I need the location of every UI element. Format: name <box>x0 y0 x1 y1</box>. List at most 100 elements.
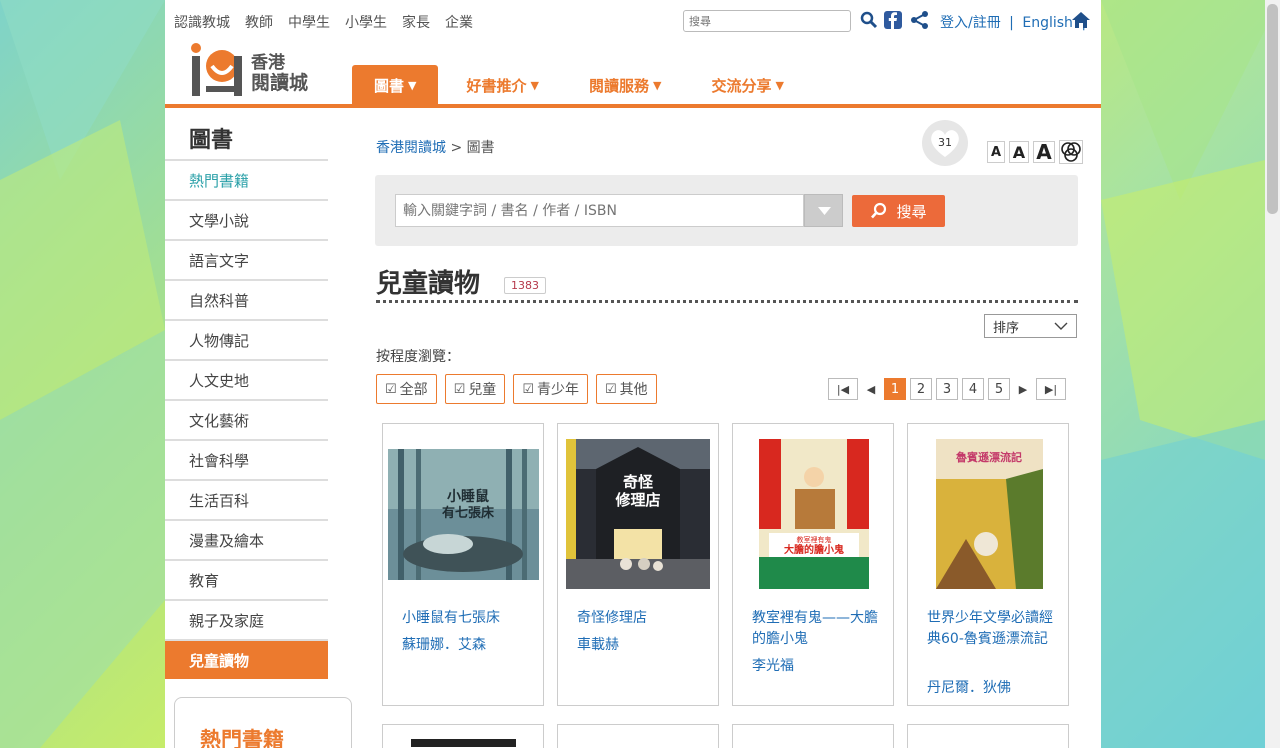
cover-title: 大膽的膽小鬼 <box>784 543 844 556</box>
english-link[interactable]: English <box>1022 15 1073 31</box>
breadcrumb-separator: > <box>450 140 463 156</box>
sidebar-list: 熱門書籍 文學小說 語言文字 自然科普 人物傳記 人文史地 文化藝術 社會科學 … <box>165 159 328 679</box>
book-author[interactable]: 丹尼爾．狄佛 <box>927 677 1011 697</box>
share-icon[interactable] <box>910 10 930 30</box>
font-medium-button[interactable]: A <box>1009 141 1029 163</box>
search-button-label: 搜尋 <box>896 202 927 221</box>
filter-label: 其他 <box>619 382 648 398</box>
page-button[interactable]: 4 <box>962 378 984 400</box>
top-link-about[interactable]: 認識教城 <box>174 12 230 32</box>
book-card[interactable]: 教室裡有鬼 大膽的膽小鬼 教室裡有鬼——大膽的膽小鬼 李光福 <box>732 423 894 706</box>
popular-books-title: 熱門書籍 <box>200 728 284 748</box>
filter-children[interactable]: ☑ 兒童 <box>444 374 506 404</box>
sidebar-item-children[interactable]: 兒童讀物 <box>165 639 328 679</box>
font-large-button[interactable]: A <box>1033 140 1055 164</box>
nav-recommend[interactable]: 好書推介 ▼ <box>444 65 560 105</box>
logo-mark[interactable] <box>190 40 250 100</box>
book-card[interactable]: 奇怪 修理店 奇怪修理店 車載赫 <box>557 423 719 706</box>
color-contrast-icon[interactable] <box>1059 140 1083 164</box>
book-author[interactable]: 李光福 <box>752 655 794 675</box>
facebook-icon[interactable] <box>883 10 903 30</box>
sidebar-item-language[interactable]: 語言文字 <box>165 239 328 279</box>
top-link-teacher[interactable]: 教師 <box>245 12 273 32</box>
separator: | <box>1009 15 1014 31</box>
sidebar-item-comics[interactable]: 漫畫及繪本 <box>165 519 328 559</box>
breadcrumb-current: 圖書 <box>466 140 495 156</box>
sidebar-item-life[interactable]: 生活百科 <box>165 479 328 519</box>
sidebar-item-popular[interactable]: 熱門書籍 <box>165 159 328 199</box>
nav-books[interactable]: 圖書 ▼ <box>352 65 439 105</box>
scrollbar-thumb[interactable] <box>1267 4 1278 214</box>
last-page-button[interactable]: ▶| <box>1036 378 1066 400</box>
home-icon[interactable] <box>1071 10 1091 30</box>
next-page-icon[interactable]: ▶ <box>1014 383 1032 396</box>
book-author[interactable]: 車載赫 <box>577 634 619 654</box>
book-card[interactable]: 魯賓遜漂流記 世界少年文學必讀經典60-魯賓遜漂流記 丹尼爾．狄佛 <box>907 423 1069 706</box>
book-card[interactable] <box>732 724 894 748</box>
sidebar-item-biography[interactable]: 人物傳記 <box>165 319 328 359</box>
filter-all[interactable]: ☑ 全部 <box>376 374 437 404</box>
book-card[interactable] <box>907 724 1069 748</box>
search-dropdown[interactable] <box>804 194 843 227</box>
book-cover[interactable]: 奇怪 修理店 <box>566 439 710 589</box>
book-title[interactable]: 教室裡有鬼——大膽的膽小鬼 <box>752 608 882 650</box>
page-button[interactable]: 2 <box>910 378 932 400</box>
book-cover[interactable]: 魯賓遜漂流記 <box>936 439 1043 589</box>
top-links: 認識教城 教師 中學生 小學生 家長 企業 <box>174 12 488 32</box>
top-search-input[interactable] <box>683 10 851 32</box>
nav-services[interactable]: 閱讀服務 ▼ <box>567 65 683 105</box>
book-cover[interactable] <box>411 739 516 747</box>
filter-label: 青少年 <box>536 382 579 398</box>
book-card[interactable] <box>557 724 719 748</box>
top-link-parent[interactable]: 家長 <box>402 12 430 32</box>
keyword-search-input[interactable] <box>395 194 804 227</box>
sidebar-item-literature[interactable]: 文學小說 <box>165 199 328 239</box>
book-author[interactable]: 蘇珊娜．艾森 <box>402 634 486 654</box>
top-link-primary[interactable]: 小學生 <box>345 12 387 32</box>
caret-down-icon: ▼ <box>408 78 417 92</box>
page-button[interactable]: 3 <box>936 378 958 400</box>
filter-other[interactable]: ☑ 其他 <box>595 374 657 404</box>
book-card[interactable] <box>382 724 544 748</box>
breadcrumb-home[interactable]: 香港閱讀城 <box>376 140 446 156</box>
sidebar-item-social[interactable]: 社會科學 <box>165 439 328 479</box>
book-cover[interactable]: 教室裡有鬼 大膽的膽小鬼 <box>759 439 869 589</box>
breadcrumb: 香港閱讀城 > 圖書 <box>376 137 495 157</box>
book-title[interactable]: 奇怪修理店 <box>577 608 707 629</box>
filter-teen[interactable]: ☑ 青少年 <box>513 374 588 404</box>
filter-label: 兒童 <box>468 382 497 398</box>
page-container: 認識教城 教師 中學生 小學生 家長 企業 登入/註冊 | English <box>165 0 1101 748</box>
sidebar-item-family[interactable]: 親子及家庭 <box>165 599 328 639</box>
checkbox-icon: ☑ <box>385 381 397 397</box>
sidebar-item-education[interactable]: 教育 <box>165 559 328 599</box>
search-button[interactable]: 搜尋 <box>852 195 945 227</box>
top-link-enterprise[interactable]: 企業 <box>445 12 473 32</box>
scrollbar[interactable] <box>1265 0 1280 748</box>
category-title: 兒童讀物 <box>376 269 481 299</box>
sort-select[interactable]: 排序 <box>984 314 1077 338</box>
font-small-button[interactable]: A <box>987 141 1005 163</box>
book-cover[interactable]: 小睡鼠 有七張床 <box>388 449 539 580</box>
search-icon[interactable] <box>859 10 879 30</box>
nav-sharing[interactable]: 交流分享 ▼ <box>689 65 805 105</box>
level-label: 按程度瀏覽： <box>376 349 460 365</box>
page-button[interactable]: 5 <box>988 378 1010 400</box>
page-button[interactable]: 1 <box>884 378 906 400</box>
search-panel: 搜尋 <box>375 175 1078 246</box>
top-link-secondary[interactable]: 中學生 <box>288 12 330 32</box>
sidebar-item-science[interactable]: 自然科普 <box>165 279 328 319</box>
font-size-controls: A A A <box>987 140 1083 164</box>
prev-page-icon[interactable]: ◀ <box>862 383 880 396</box>
login-link[interactable]: 登入/註冊 <box>940 15 1001 31</box>
book-card[interactable]: 小睡鼠 有七張床 小睡鼠有七張床 蘇珊娜．艾森 <box>382 423 544 706</box>
search-icon <box>871 202 887 219</box>
book-title[interactable]: 世界少年文學必讀經典60-魯賓遜漂流記 <box>927 608 1057 650</box>
chevron-down-icon <box>1054 322 1068 330</box>
checkbox-icon: ☑ <box>604 381 617 397</box>
book-title[interactable]: 小睡鼠有七張床 <box>402 608 532 629</box>
sidebar-item-history[interactable]: 人文史地 <box>165 359 328 399</box>
sidebar-item-arts[interactable]: 文化藝術 <box>165 399 328 439</box>
first-page-button[interactable]: |◀ <box>828 378 858 400</box>
like-count: 31 <box>938 136 952 149</box>
sidebar-title: 圖書 <box>189 128 234 153</box>
